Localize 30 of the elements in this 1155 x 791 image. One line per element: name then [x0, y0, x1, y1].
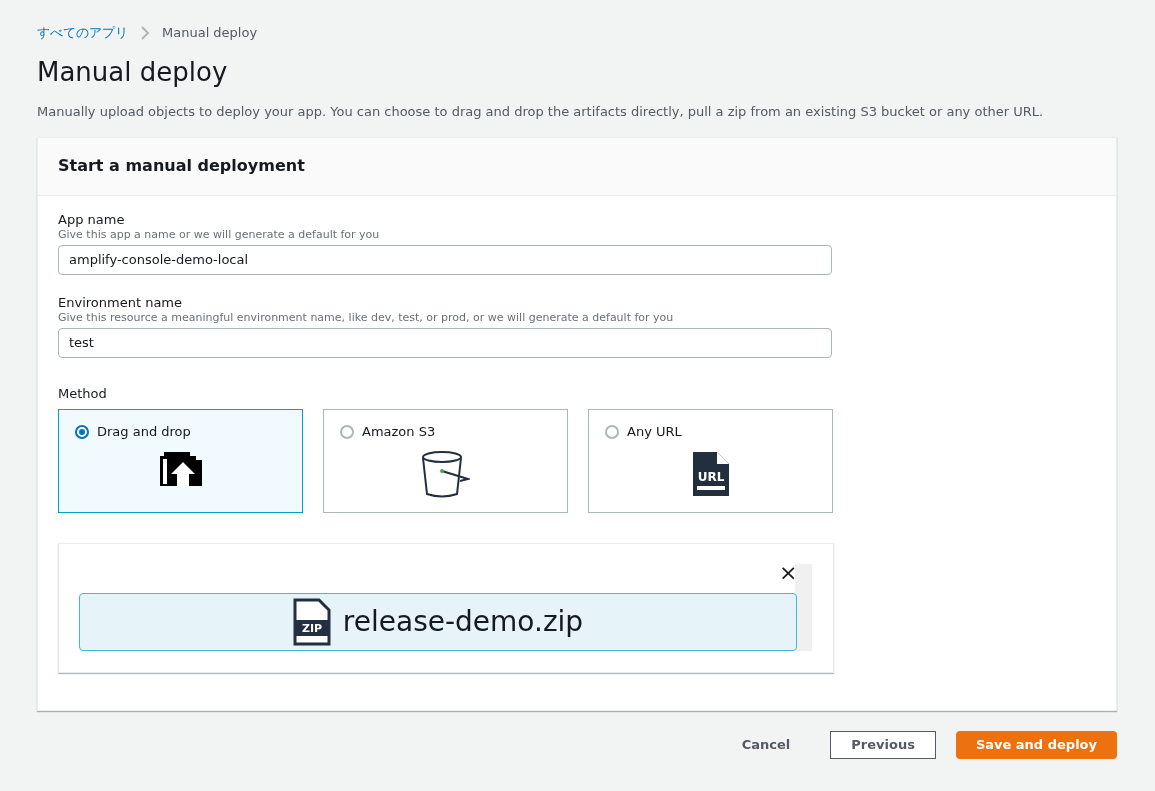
option-label: Any URL: [627, 423, 682, 441]
previous-button[interactable]: Previous: [830, 730, 936, 759]
bucket-icon: [421, 449, 470, 498]
field-label: App name: [58, 211, 125, 228]
page-description: Manually upload objects to deploy your app. You can choose to drag and drop the artifacts directly, pull a zip from an existing S3 bucket or any other URL.: [37, 103, 1044, 121]
page-title: Manual deploy: [37, 56, 228, 88]
text-field[interactable]: test: [58, 327, 832, 358]
chevron-icon: [140, 26, 150, 40]
cancel-button[interactable]: Cancel: [721, 730, 811, 759]
url-file-icon: URL: [690, 449, 731, 498]
card-title: Start a manual deployment: [58, 155, 305, 177]
breadcrumb-link[interactable]: すべてのアプリ: [37, 23, 128, 43]
folder-upload-icon: [157, 449, 204, 488]
option-label: Drag and drop: [97, 423, 191, 441]
breadcrumb-current: Manual deploy: [162, 24, 258, 43]
field-hint: Give this app a name or we will generate a default for you: [58, 227, 380, 242]
field-label: Method: [58, 384, 107, 403]
method-option[interactable]: Drag and drop: [58, 409, 303, 513]
text-field[interactable]: amplify-console-demo-local: [58, 244, 832, 275]
close-button[interactable]: ×: [779, 562, 798, 584]
option-label: Amazon S3: [362, 423, 436, 441]
method-option[interactable]: Amazon S3: [323, 409, 568, 513]
method-option[interactable]: Any URL URL: [588, 409, 833, 513]
file-name: release-demo.zip: [342, 604, 584, 640]
radio-button[interactable]: [340, 424, 354, 439]
radio-button[interactable]: [75, 424, 89, 439]
zip-file-icon: ZIP: [292, 598, 331, 646]
radio-button[interactable]: [605, 424, 619, 439]
field-label: Environment name: [58, 294, 182, 311]
field-hint: Give this resource a meaningful environment name, like dev, test, or prod, or we will generate a default for you: [58, 310, 674, 325]
